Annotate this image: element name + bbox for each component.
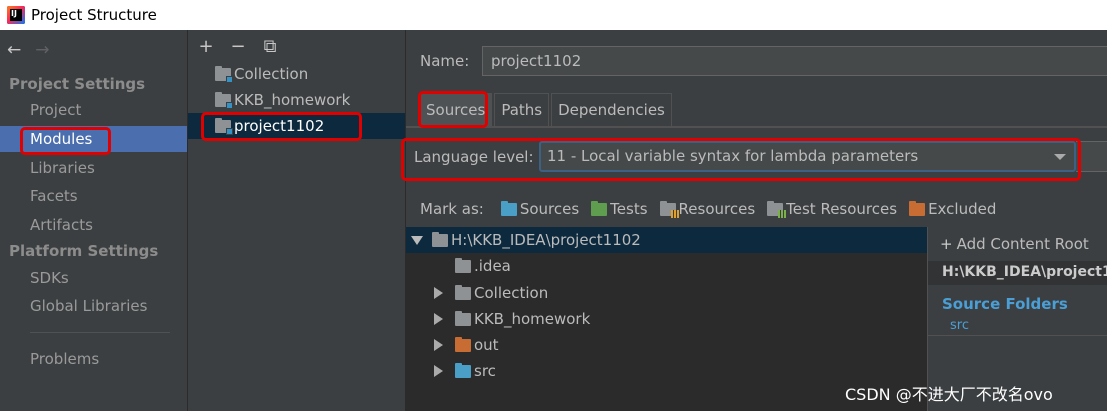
tree-row[interactable]: KKB_homework [406,306,927,332]
tab-paths[interactable]: Paths [494,93,550,126]
tree-row[interactable]: Collection [406,280,927,306]
tree-item-label: KKB_homework [474,310,591,328]
module-label: KKB_homework [234,91,351,109]
module-label: project1102 [234,117,325,135]
mark-as-resources[interactable]: Resources [659,200,756,218]
mark-as-tests-label: Tests [610,200,648,218]
title-bar: IJ Project Structure [0,0,1107,30]
back-arrow-icon[interactable]: ← [7,40,21,60]
language-level-value: 11 - Local variable syntax for lambda pa… [547,147,919,165]
add-content-root-label: Add Content Root [956,235,1089,253]
collapse-arrow-icon[interactable] [434,365,443,377]
resources-folder-icon [659,200,679,218]
mark-as-excluded-label: Excluded [928,200,997,218]
tree-row-root[interactable]: H:\KKB_IDEA\project1102 [406,227,927,253]
mark-as-bar: Mark as: Sources Tests Resources Test Re… [420,200,1008,218]
module-folder-icon [215,65,233,83]
module-settings-panel: Name: project1102 Sources Paths Dependen… [405,30,1107,411]
chevron-down-icon [1054,154,1066,160]
excluded-folder-icon [455,336,471,352]
tree-row[interactable]: out [406,332,927,358]
source-folder-item[interactable]: src [950,318,969,333]
forward-arrow-icon[interactable]: → [35,40,49,60]
folder-icon [455,257,471,273]
platform-settings-header: Platform Settings [9,242,159,260]
folder-icon [432,231,448,247]
tab-dependencies[interactable]: Dependencies [551,93,672,126]
language-level-select[interactable]: 11 - Local variable syntax for lambda pa… [539,141,1076,172]
remove-icon[interactable]: − [230,36,246,57]
mark-as-label: Mark as: [420,200,484,218]
sidebar-item-global-libraries[interactable]: Global Libraries [0,293,187,319]
add-icon[interactable]: + [198,36,214,57]
copy-icon[interactable]: ⧉ [262,36,278,57]
sources-folder-icon [455,362,471,378]
module-item-kkb-homework[interactable]: KKB_homework [188,87,406,113]
module-label: Collection [234,65,309,83]
intellij-logo-icon: IJ [7,6,25,24]
mark-as-sources-label: Sources [519,200,580,218]
folder-icon [455,310,471,326]
language-level-spacer [1076,141,1107,172]
sidebar-item-facets[interactable]: Facets [0,183,187,209]
content-root-header: H:\KKB_IDEA\project1102 [928,261,1107,285]
module-item-project1102[interactable]: project1102 [188,113,406,139]
folder-icon [455,284,471,300]
tree-root-label: H:\KKB_IDEA\project1102 [451,231,641,249]
watermark: CSDN @不进大厂不改名ovo [845,385,1053,404]
expand-arrow-icon[interactable] [411,236,423,245]
source-folders-divider [928,335,1107,336]
sidebar-divider [30,332,170,333]
add-content-root-button[interactable]: + Add Content Root [940,235,1089,253]
module-name-input[interactable]: project1102 [482,46,1107,76]
tabs-divider [406,126,1107,128]
plus-icon: + [940,235,953,253]
language-level-label: Language level: [414,148,534,166]
tests-folder-icon [591,200,608,216]
sidebar-item-modules[interactable]: Modules [0,126,187,152]
sidebar-item-artifacts[interactable]: Artifacts [0,212,187,238]
excluded-folder-icon [909,200,926,216]
test-resources-folder-icon [767,200,787,218]
window-title: Project Structure [31,6,157,24]
collapse-arrow-icon[interactable] [434,287,443,299]
mark-as-tests[interactable]: Tests [591,200,648,218]
mark-as-test-resources[interactable]: Test Resources [767,200,897,218]
mark-as-test-resources-label: Test Resources [786,200,898,218]
content-root-path: H:\KKB_IDEA\project1102 [942,264,1107,280]
sidebar-item-project[interactable]: Project [0,97,187,123]
modules-panel: + − ⧉ Collection KKB_homework project110… [187,30,406,411]
name-label: Name: [420,52,470,70]
tree-item-label: .idea [474,257,511,275]
mark-as-sources[interactable]: Sources [500,200,580,218]
mark-as-excluded[interactable]: Excluded [909,200,996,218]
tree-item-label: src [474,362,496,380]
sidebar-item-sdks[interactable]: SDKs [0,265,187,291]
sources-folder-icon [500,200,517,216]
module-tabs: Sources Paths Dependencies [419,93,674,126]
mark-as-resources-label: Resources [678,200,756,218]
module-folder-icon [215,117,233,135]
tree-row[interactable]: .idea [406,253,927,279]
collapse-arrow-icon[interactable] [434,313,443,325]
tree-item-label: Collection [474,284,549,302]
project-settings-header: Project Settings [9,75,146,93]
tree-item-label: out [474,336,499,354]
sidebar-item-problems[interactable]: Problems [0,346,187,372]
source-folders-header: Source Folders [942,295,1068,313]
modules-toolbar: + − ⧉ [198,36,278,57]
module-folder-icon [215,91,233,109]
sidebar-item-libraries[interactable]: Libraries [0,155,187,181]
settings-sidebar: ← → Project Settings Project Modules Lib… [0,30,187,411]
nav-arrows: ← → [7,40,50,60]
module-item-collection[interactable]: Collection [188,61,406,87]
collapse-arrow-icon[interactable] [434,339,443,351]
tab-sources[interactable]: Sources [419,93,493,126]
